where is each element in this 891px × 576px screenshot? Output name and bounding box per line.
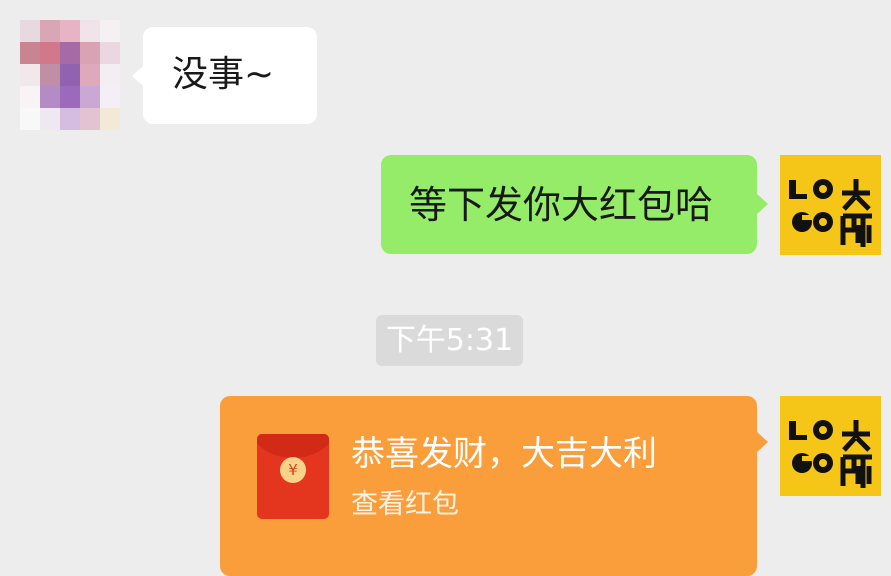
coin-icon: ¥ <box>280 457 306 483</box>
logo-icon <box>780 396 881 496</box>
message-text: 等下发你大红包哈 <box>409 183 714 227</box>
self-avatar-logo[interactable] <box>780 155 881 255</box>
timestamp: 下午5:31 <box>376 315 523 366</box>
red-packet-bubble[interactable]: ¥ 恭喜发财，大吉大利 查看红包 <box>220 396 768 576</box>
red-envelope-icon: ¥ <box>257 434 329 519</box>
red-packet-subtitle: 查看红包 <box>351 489 459 520</box>
incoming-message-bubble[interactable]: 没事~ <box>132 27 317 124</box>
outgoing-message-bubble[interactable]: 等下发你大红包哈 <box>381 155 768 254</box>
message-text: 没事~ <box>172 54 275 95</box>
self-avatar-logo[interactable] <box>780 396 881 496</box>
contact-avatar[interactable] <box>20 20 120 130</box>
logo-icon <box>780 155 881 255</box>
red-packet-title: 恭喜发财，大吉大利 <box>351 434 657 474</box>
